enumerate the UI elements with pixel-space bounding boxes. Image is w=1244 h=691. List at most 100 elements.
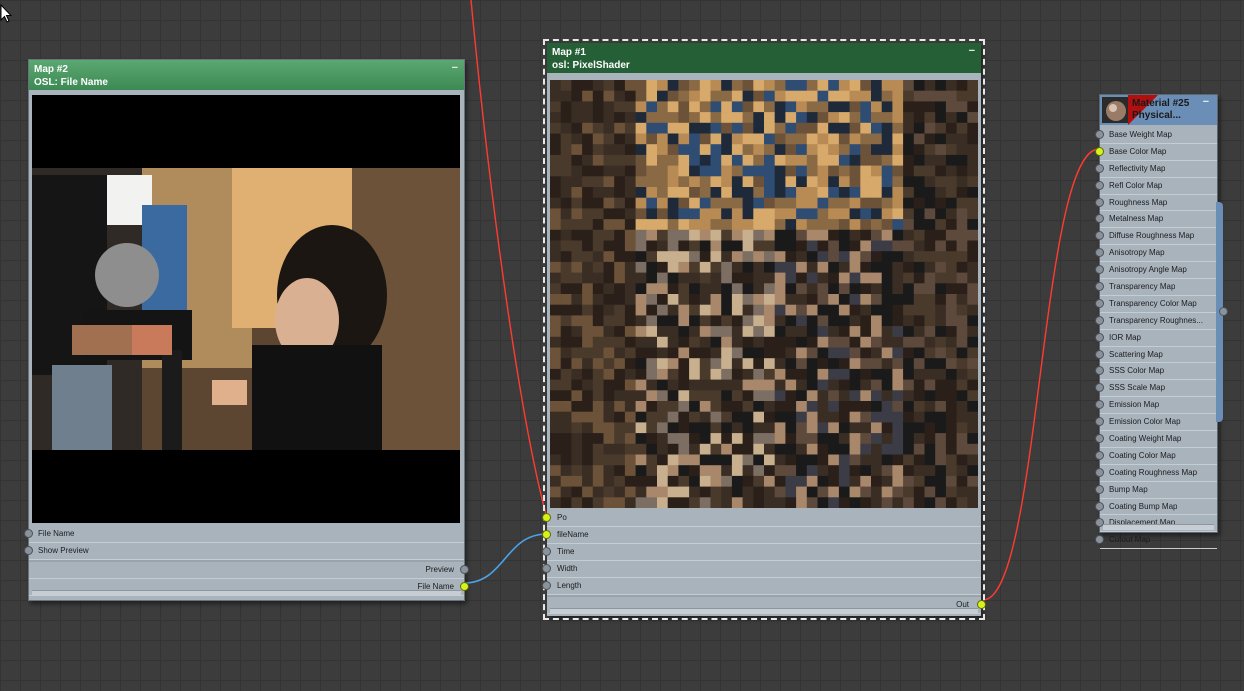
input-socket[interactable]: [1095, 180, 1104, 190]
input-socket[interactable]: [1095, 231, 1104, 241]
input-label: Time: [557, 547, 575, 556]
input-socket[interactable]: [1095, 366, 1104, 376]
input-socket[interactable]: [1095, 265, 1104, 275]
input-label: Po: [557, 513, 567, 522]
map2-node[interactable]: Map #2 OSL: File Name − File Name Show P…: [24, 59, 469, 601]
input-label: File Name: [38, 529, 75, 538]
material-slot-row[interactable]: Transparency Map: [1095, 279, 1217, 296]
map1-node[interactable]: Map #1 osl: PixelShader − Po fileName Ti…: [542, 39, 986, 620]
input-socket[interactable]: [1095, 535, 1104, 545]
slot-label: Refl Color Map: [1109, 180, 1163, 190]
map2-output-row[interactable]: Preview: [29, 562, 469, 579]
input-socket[interactable]: [1095, 146, 1104, 156]
material-slot-row[interactable]: Coating Weight Map: [1095, 431, 1217, 448]
map2-header[interactable]: Map #2 OSL: File Name −: [29, 60, 464, 90]
material-slot-row[interactable]: Base Weight Map: [1095, 127, 1217, 144]
input-socket[interactable]: [1095, 163, 1104, 173]
input-label: fileName: [557, 530, 589, 539]
input-socket[interactable]: [1095, 501, 1104, 511]
material-slot-row[interactable]: SSS Color Map: [1095, 363, 1217, 381]
input-socket[interactable]: [1095, 383, 1104, 393]
input-socket[interactable]: [542, 513, 551, 522]
input-socket[interactable]: [1095, 315, 1104, 325]
output-label: Preview: [425, 565, 454, 574]
slot-label: IOR Map: [1109, 332, 1142, 342]
map2-input-row[interactable]: Show Preview: [24, 543, 464, 560]
material-slot-row[interactable]: Coating Roughness Map: [1095, 465, 1217, 482]
slot-label: Diffuse Roughness Map: [1109, 231, 1195, 241]
input-socket[interactable]: [1095, 197, 1104, 207]
material-slot-row[interactable]: Roughness Map: [1095, 195, 1217, 212]
output-socket[interactable]: [460, 582, 469, 591]
material-slot-row[interactable]: IOR Map: [1095, 330, 1217, 347]
input-socket[interactable]: [24, 529, 33, 538]
material-slot-row[interactable]: Bump Map: [1095, 482, 1217, 499]
input-socket[interactable]: [1095, 450, 1104, 460]
material-slot-row[interactable]: Coating Color Map: [1095, 448, 1217, 465]
map1-input-row[interactable]: fileName: [542, 527, 981, 544]
material-slot-row[interactable]: Reflectivity Map: [1095, 161, 1217, 178]
material-output-socket[interactable]: [1219, 307, 1228, 316]
input-socket[interactable]: [1095, 467, 1104, 477]
material-header[interactable]: Material #25 Physical... −: [1100, 95, 1217, 125]
map2-preview-image: [32, 95, 460, 523]
input-socket[interactable]: [1095, 282, 1104, 292]
input-socket[interactable]: [1095, 248, 1104, 258]
input-socket[interactable]: [1095, 434, 1104, 444]
material-slot-row[interactable]: Diffuse Roughness Map: [1095, 228, 1217, 246]
material-slot-row[interactable]: Refl Color Map: [1095, 178, 1217, 195]
material-slot-row[interactable]: Base Color Map: [1095, 144, 1217, 161]
material-node[interactable]: Material #25 Physical... − Base Weight M…: [1095, 94, 1218, 550]
input-socket[interactable]: [1095, 332, 1104, 342]
node-footer: [32, 590, 461, 596]
material-title: Material #25 Physical...: [1132, 98, 1189, 122]
input-socket[interactable]: [1095, 349, 1104, 359]
material-slot-row[interactable]: Coating Bump Map: [1095, 499, 1217, 516]
input-socket[interactable]: [542, 530, 551, 539]
wire-red-incoming-po: [470, 0, 548, 519]
input-socket[interactable]: [1095, 417, 1104, 427]
input-socket[interactable]: [1095, 214, 1104, 224]
map2-title: Map #2: [34, 64, 68, 75]
slot-label: SSS Scale Map: [1109, 383, 1166, 393]
slot-label: Reflectivity Map: [1109, 163, 1166, 173]
material-thumbnail: [1102, 97, 1128, 123]
input-socket[interactable]: [1095, 484, 1104, 494]
slot-label: Base Weight Map: [1109, 130, 1172, 139]
minimize-icon[interactable]: −: [452, 62, 458, 74]
map1-header[interactable]: Map #1 osl: PixelShader −: [547, 43, 981, 73]
map1-socket-rows: Po fileName Time Width Length Out: [542, 510, 986, 614]
input-socket[interactable]: [24, 546, 33, 555]
material-slot-row[interactable]: Emission Map: [1095, 397, 1217, 415]
output-socket[interactable]: [460, 565, 469, 574]
map1-input-row[interactable]: Time: [542, 544, 981, 561]
input-socket[interactable]: [542, 547, 551, 556]
material-slot-row[interactable]: Transparency Roughnes...: [1095, 313, 1217, 330]
slot-label: Transparency Color Map: [1109, 298, 1197, 308]
material-slot-row[interactable]: Scattering Map: [1095, 347, 1217, 364]
map1-input-row[interactable]: Width: [542, 561, 981, 578]
input-socket[interactable]: [1095, 130, 1104, 139]
map1-input-row[interactable]: Length: [542, 578, 981, 595]
material-slot-row[interactable]: Cutout Map: [1095, 532, 1217, 550]
input-socket[interactable]: [1095, 298, 1104, 308]
material-slot-row[interactable]: Emission Color Map: [1095, 414, 1217, 432]
slot-label: Bump Map: [1109, 484, 1148, 494]
material-slot-row[interactable]: Metalness Map: [1095, 211, 1217, 229]
input-socket[interactable]: [542, 581, 551, 590]
material-slot-row[interactable]: SSS Scale Map: [1095, 380, 1217, 398]
input-socket[interactable]: [542, 564, 551, 573]
material-slot-row[interactable]: Transparency Color Map: [1095, 296, 1217, 313]
output-socket[interactable]: [977, 600, 986, 609]
material-slot-row[interactable]: Anisotropy Map: [1095, 245, 1217, 263]
minimize-icon[interactable]: −: [969, 45, 975, 57]
slot-label: Scattering Map: [1109, 349, 1163, 359]
slot-label: Transparency Roughnes...: [1109, 315, 1203, 325]
minimize-icon[interactable]: −: [1203, 96, 1209, 108]
slot-label: Roughness Map: [1109, 197, 1168, 207]
map2-input-row[interactable]: File Name: [24, 526, 464, 543]
slot-label: Cutout Map: [1109, 535, 1151, 545]
material-slot-row[interactable]: Anisotropy Angle Map: [1095, 262, 1217, 280]
map1-input-row[interactable]: Po: [542, 510, 981, 527]
input-socket[interactable]: [1095, 400, 1104, 410]
